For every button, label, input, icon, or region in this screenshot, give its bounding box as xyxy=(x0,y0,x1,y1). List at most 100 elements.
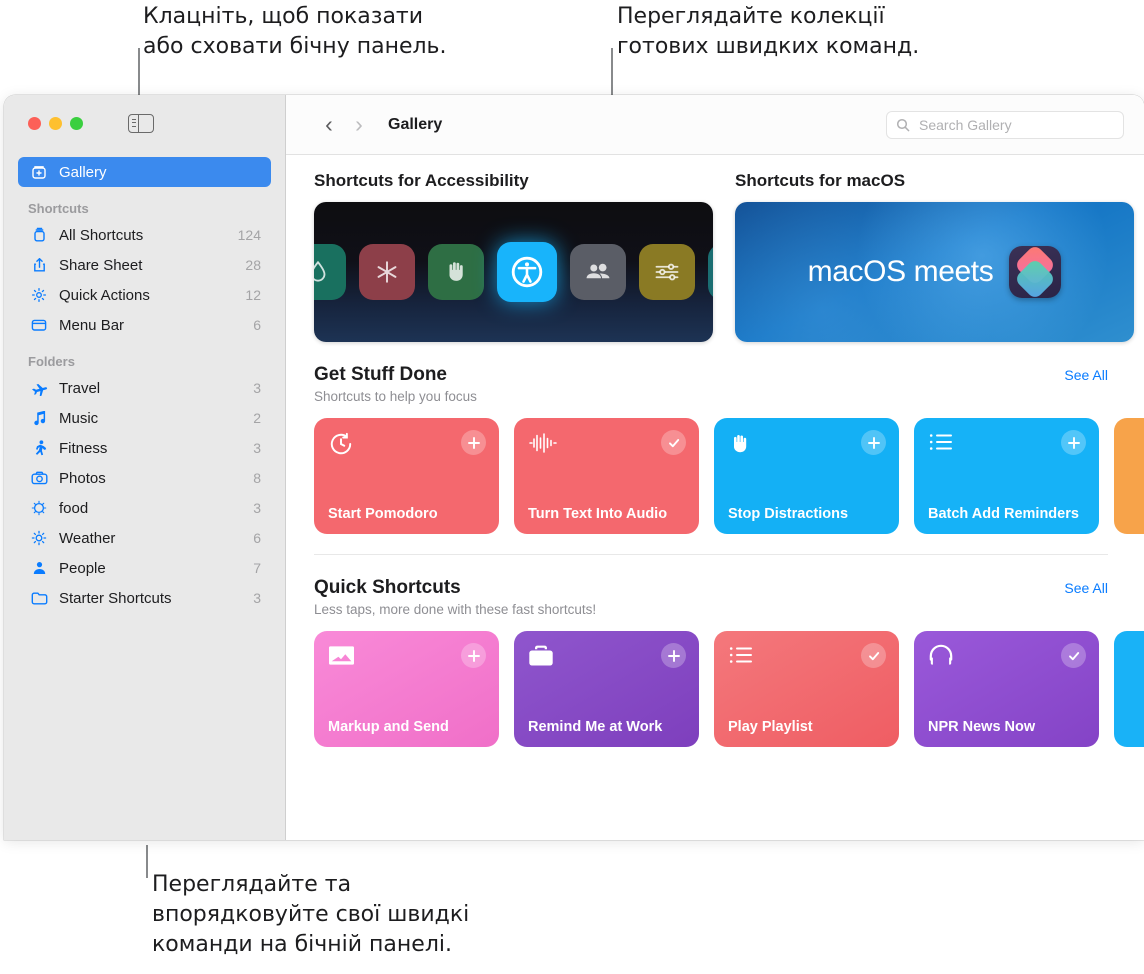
add-shortcut-button[interactable] xyxy=(461,643,486,668)
search-field[interactable] xyxy=(886,110,1124,139)
zoom-button[interactable] xyxy=(70,117,83,130)
shortcut-card-npr-news-now[interactable]: NPR News Now xyxy=(914,631,1099,747)
person-icon xyxy=(28,560,50,576)
sidebar-item-music[interactable]: Music 2 xyxy=(18,403,271,433)
shortcut-card-title: Stop Distractions xyxy=(728,506,849,522)
sidebar-item-photos[interactable]: Photos 8 xyxy=(18,463,271,493)
shortcut-card-partial[interactable] xyxy=(1114,631,1144,747)
shortcut-card-stop-distractions[interactable]: Stop Distractions xyxy=(714,418,899,534)
hand-raised-icon xyxy=(428,244,484,300)
sidebar-item-travel[interactable]: Travel 3 xyxy=(18,373,271,403)
sidebar-item-count: 2 xyxy=(253,410,261,426)
see-all-link[interactable]: See All xyxy=(1064,577,1108,596)
shortcut-card-title: Start Pomodoro xyxy=(328,506,438,522)
sidebar-toggle-icon[interactable] xyxy=(128,114,154,133)
sliders-icon xyxy=(639,244,695,300)
sidebar-item-count: 3 xyxy=(253,590,261,606)
banner-image[interactable] xyxy=(314,202,713,342)
sparkle-circle-icon xyxy=(28,500,50,516)
banner-headline: macOS meets xyxy=(807,255,994,288)
section-get-stuff-done: Get Stuff Done Shortcuts to help you foc… xyxy=(314,342,1144,555)
two-people-icon xyxy=(570,244,626,300)
add-shortcut-button[interactable] xyxy=(1061,430,1086,455)
section-quick-shortcuts: Quick Shortcuts Less taps, more done wit… xyxy=(314,555,1144,747)
shortcut-card-title: Markup and Send xyxy=(328,719,449,735)
shortcut-card-title: NPR News Now xyxy=(928,719,1036,735)
sidebar-item-all-shortcuts[interactable]: All Shortcuts 124 xyxy=(18,220,271,250)
sidebar-item-label: Weather xyxy=(59,529,116,547)
sidebar-item-count: 6 xyxy=(253,530,261,546)
shortcut-card-start-pomodoro[interactable]: Start Pomodoro xyxy=(314,418,499,534)
sidebar-item-count: 8 xyxy=(253,470,261,486)
search-icon xyxy=(896,118,910,131)
add-shortcut-button[interactable] xyxy=(461,430,486,455)
shortcut-card-partial[interactable] xyxy=(1114,418,1144,534)
sidebar-list: Gallery Shortcuts All Shortcuts 124 Shar… xyxy=(4,157,285,613)
sidebar-item-quick-actions[interactable]: Quick Actions 12 xyxy=(18,280,271,310)
callout-sidebar-toggle: Клацніть, щоб показати або сховати бічну… xyxy=(143,4,447,59)
shortcut-card-markup-and-send[interactable]: Markup and Send xyxy=(314,631,499,747)
banner-image[interactable]: macOS meets xyxy=(735,202,1134,342)
shortcut-card-play-playlist[interactable]: Play Playlist xyxy=(714,631,899,747)
added-check-badge[interactable] xyxy=(861,643,886,668)
page-title: Gallery xyxy=(388,115,443,133)
banner-accessibility[interactable]: Shortcuts for Accessibility xyxy=(314,171,713,342)
add-shortcut-button[interactable] xyxy=(661,643,686,668)
sidebar-item-gallery[interactable]: Gallery xyxy=(18,157,271,187)
photo-icon xyxy=(328,644,355,672)
add-shortcut-button[interactable] xyxy=(861,430,886,455)
sidebar-item-share-sheet[interactable]: Share Sheet 28 xyxy=(18,250,271,280)
sidebar-item-count: 3 xyxy=(253,380,261,396)
sidebar-item-label: Photos xyxy=(59,469,106,487)
sidebar-item-label: All Shortcuts xyxy=(59,226,144,244)
close-button[interactable] xyxy=(28,117,41,130)
sidebar-section-header-folders: Folders xyxy=(28,354,75,369)
shortcut-card-title: Turn Text Into Audio xyxy=(528,506,668,522)
sidebar-item-label: People xyxy=(59,559,106,577)
menubar-icon xyxy=(28,318,50,332)
banner-title: Shortcuts for Accessibility xyxy=(314,171,529,190)
section-subtitle: Less taps, more done with these fast sho… xyxy=(314,602,597,617)
shortcut-card-batch-add-reminders[interactable]: Batch Add Reminders xyxy=(914,418,1099,534)
minimize-button[interactable] xyxy=(49,117,62,130)
banner-macos[interactable]: Shortcuts for macOS macOS meets xyxy=(735,171,1134,342)
added-check-badge[interactable] xyxy=(661,430,686,455)
sidebar-item-label: Gallery xyxy=(59,163,107,181)
camera-icon xyxy=(28,471,50,485)
sidebar-item-label: Music xyxy=(59,409,99,427)
timer-icon xyxy=(328,431,354,462)
shortcut-card-title: Batch Add Reminders xyxy=(928,506,1079,522)
callout-gallery: Переглядайте колекції готових швидких ко… xyxy=(617,4,920,59)
gallery-scroll-area[interactable]: Shortcuts for Accessibility Shortcuts fo… xyxy=(286,155,1144,840)
sidebar-item-fitness[interactable]: Fitness 3 xyxy=(18,433,271,463)
list-icon xyxy=(928,431,954,458)
sidebar-item-people[interactable]: People 7 xyxy=(18,553,271,583)
sidebar-item-count: 6 xyxy=(253,317,261,333)
main-content: ‹ › Gallery Shortcuts for Accessibility xyxy=(286,95,1144,840)
airplane-icon xyxy=(28,381,50,396)
section-title: Quick Shortcuts xyxy=(314,577,461,598)
sidebar-item-count: 12 xyxy=(245,287,261,303)
sidebar-item-label: food xyxy=(59,499,89,517)
see-all-link[interactable]: See All xyxy=(1064,364,1108,383)
waveform-icon xyxy=(528,431,558,460)
sidebar-item-label: Share Sheet xyxy=(59,256,143,274)
window-traffic-lights xyxy=(28,117,83,130)
sidebar-item-weather[interactable]: Weather 6 xyxy=(18,523,271,553)
sidebar-item-starter-shortcuts[interactable]: Starter Shortcuts 3 xyxy=(18,583,271,613)
forward-button[interactable]: › xyxy=(344,111,374,138)
shortcut-card-remind-me-at-work[interactable]: Remind Me at Work xyxy=(514,631,699,747)
added-check-badge[interactable] xyxy=(1061,643,1086,668)
sidebar-item-menu-bar[interactable]: Menu Bar 6 xyxy=(18,310,271,340)
back-button[interactable]: ‹ xyxy=(314,111,344,138)
stack-icon xyxy=(28,227,50,243)
asterisk-icon xyxy=(359,244,415,300)
shortcut-card-turn-text-into-audio[interactable]: Turn Text Into Audio xyxy=(514,418,699,534)
search-input[interactable] xyxy=(917,115,1114,134)
section-subtitle: Shortcuts to help you focus xyxy=(314,389,477,404)
shortcuts-app-icon xyxy=(1009,246,1062,298)
accessibility-icon-strip xyxy=(314,242,713,302)
sidebar-item-food[interactable]: food 3 xyxy=(18,493,271,523)
headphones-icon xyxy=(928,644,954,673)
sidebar-item-label: Menu Bar xyxy=(59,316,125,334)
